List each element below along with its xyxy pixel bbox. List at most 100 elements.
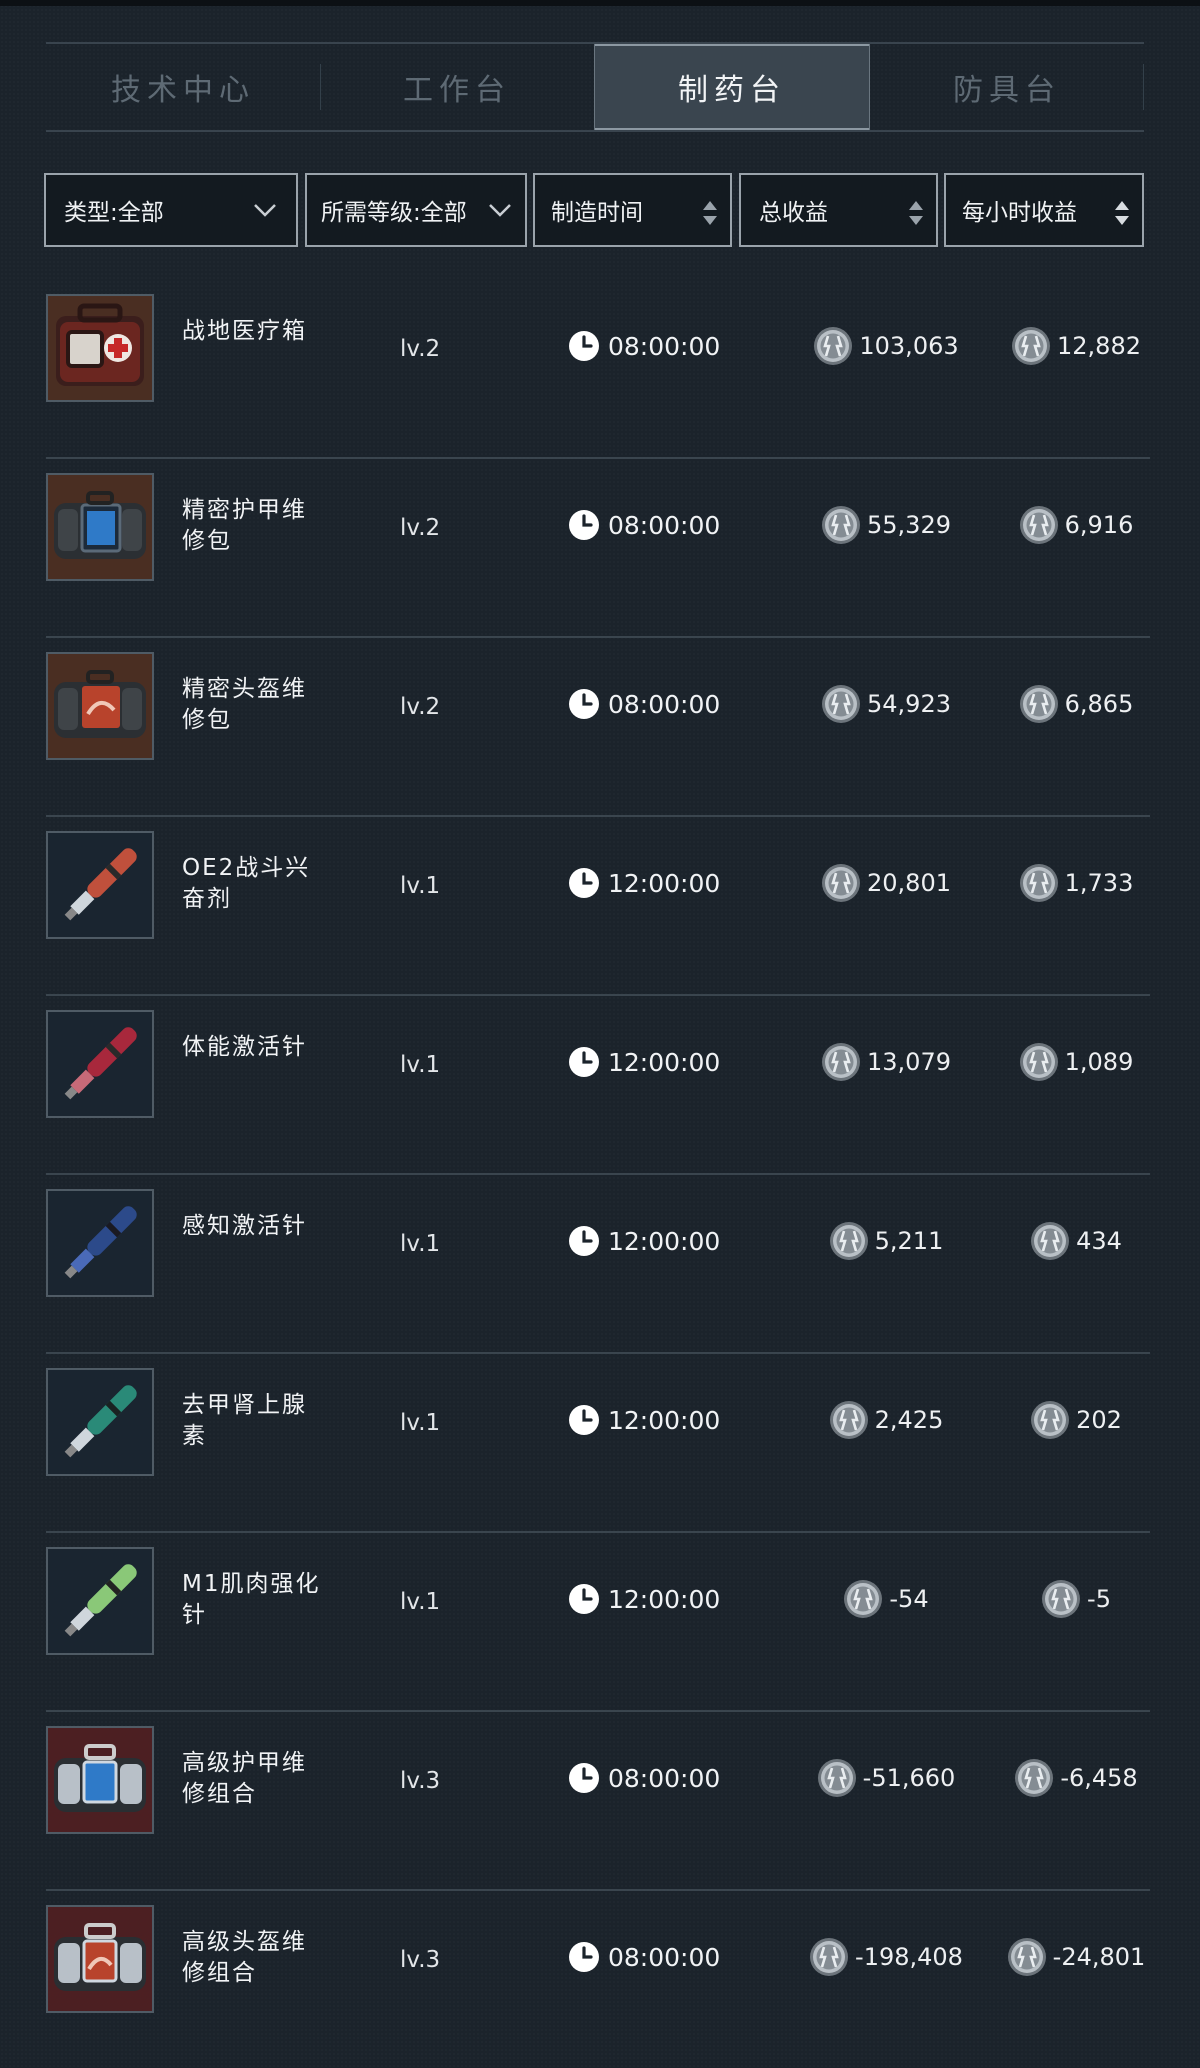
total-profit-value: -198,408 <box>855 1943 963 1971</box>
clock-icon <box>568 1225 600 1257</box>
type-filter-label: 类型:全部 <box>64 200 164 226</box>
item-name: 高级护甲维修组合 <box>182 1750 307 1807</box>
item-name: 体能激活针 <box>182 1034 307 1060</box>
craft-time: 12:00:00 <box>568 1225 720 1257</box>
chevron-down-icon <box>489 204 511 217</box>
total-profit: 2,425 <box>776 1400 996 1440</box>
list-item[interactable]: 高级护甲维修组合 lv.3 08:00:00 -51,660 -6,458 <box>46 1712 1150 1891</box>
hourly-profit: 6,865 <box>976 684 1176 724</box>
hourly-profit-sort-label: 每小时收益 <box>962 200 1077 226</box>
list-item[interactable]: OE2战斗兴奋剂 lv.1 12:00:00 20,801 1,733 <box>46 817 1150 996</box>
muscle-injector-icon <box>46 1547 154 1655</box>
coin-icon <box>821 684 861 724</box>
list-item[interactable]: M1肌肉强化针 lv.1 12:00:00 -54 -5 <box>46 1533 1150 1712</box>
coin-icon <box>1018 863 1059 903</box>
perception-injector-icon <box>46 1189 154 1297</box>
total-profit: -51,660 <box>776 1758 996 1798</box>
coin-icon <box>821 863 861 903</box>
coin-icon <box>1041 1579 1082 1619</box>
advanced-armor-repair-icon <box>46 1726 154 1834</box>
top-edge <box>0 0 1200 6</box>
list-item[interactable]: 去甲肾上腺素 lv.1 12:00:00 2,425 202 <box>46 1354 1150 1533</box>
hourly-profit: 12,882 <box>976 326 1176 366</box>
level-filter-dropdown[interactable]: 所需等级:全部 <box>305 173 527 247</box>
craft-time: 08:00:00 <box>568 1941 720 1973</box>
tab-tech-center[interactable]: 技术中心 <box>46 44 320 130</box>
coin-icon <box>828 1221 869 1261</box>
item-name: 精密头盔维修包 <box>182 676 307 733</box>
craft-time: 08:00:00 <box>568 688 720 720</box>
coin-icon <box>1030 1221 1071 1261</box>
total-profit: 103,063 <box>776 326 996 366</box>
total-profit: 55,329 <box>776 505 996 545</box>
item-name: 战地医疗箱 <box>182 318 307 344</box>
craft-time-value: 12:00:00 <box>608 1584 721 1614</box>
hourly-profit-value: -6,458 <box>1060 1764 1138 1792</box>
type-filter-dropdown[interactable]: 类型:全部 <box>44 173 298 247</box>
total-profit-value: 54,923 <box>867 690 951 718</box>
craft-time: 08:00:00 <box>568 330 720 362</box>
coin-icon <box>1014 1758 1055 1798</box>
item-level: lv.1 <box>400 1410 441 1436</box>
coin-icon <box>1030 1400 1071 1440</box>
advanced-helmet-repair-icon <box>46 1905 154 2013</box>
item-name: M1肌肉强化针 <box>182 1571 321 1628</box>
hourly-profit: -24,801 <box>976 1937 1176 1977</box>
total-profit: -198,408 <box>776 1937 996 1977</box>
medical-kit-icon <box>46 294 154 402</box>
coin-icon <box>816 1758 857 1798</box>
clock-icon <box>568 330 600 362</box>
hourly-profit-sort[interactable]: 每小时收益 <box>944 173 1144 247</box>
list-item[interactable]: 精密头盔维修包 lv.2 08:00:00 54,923 6,865 <box>46 638 1150 817</box>
chevron-down-icon <box>254 204 276 217</box>
hourly-profit-value: -5 <box>1087 1585 1111 1613</box>
hourly-profit: 6,916 <box>976 505 1176 545</box>
clock-icon <box>568 688 600 720</box>
tab-armor-bench[interactable]: 防具台 <box>870 44 1144 130</box>
craft-time: 12:00:00 <box>568 867 720 899</box>
craft-time: 08:00:00 <box>568 509 720 541</box>
craft-time-sort[interactable]: 制造时间 <box>533 173 732 247</box>
list-item[interactable]: 战地医疗箱 lv.2 08:00:00 103,063 12,882 <box>46 280 1150 459</box>
coin-icon <box>1011 326 1051 366</box>
total-profit-value: 13,079 <box>867 1048 951 1076</box>
total-profit: -54 <box>776 1579 996 1619</box>
coin-icon <box>821 505 861 545</box>
list-item[interactable]: 精密护甲维修包 lv.2 08:00:00 55,329 6,916 <box>46 459 1150 638</box>
helmet-repair-kit-icon <box>46 652 154 760</box>
coin-icon <box>809 1937 850 1977</box>
total-profit-value: 2,425 <box>874 1406 944 1434</box>
list-item[interactable]: 体能激活针 lv.1 12:00:00 13,079 1,089 <box>46 996 1150 1175</box>
total-profit-sort-label: 总收益 <box>759 200 828 226</box>
sort-icon <box>1115 201 1129 225</box>
item-name: 去甲肾上腺素 <box>182 1392 307 1449</box>
hourly-profit: -6,458 <box>976 1758 1176 1798</box>
item-level: lv.2 <box>400 336 441 362</box>
craft-time: 12:00:00 <box>568 1583 720 1615</box>
craft-time-sort-label: 制造时间 <box>551 200 643 226</box>
craft-time-value: 12:00:00 <box>608 1405 721 1435</box>
hourly-profit-value: 6,865 <box>1064 690 1134 718</box>
craft-time-value: 08:00:00 <box>608 1763 721 1793</box>
total-profit: 54,923 <box>776 684 996 724</box>
craft-time: 12:00:00 <box>568 1046 720 1078</box>
item-level: lv.1 <box>400 1052 441 1078</box>
item-level: lv.1 <box>400 873 441 899</box>
coin-icon <box>1018 505 1059 545</box>
total-profit-sort[interactable]: 总收益 <box>739 173 938 247</box>
clock-icon <box>568 1762 600 1794</box>
tab-pharmacy[interactable]: 制药台 <box>594 44 870 130</box>
hourly-profit: 434 <box>976 1221 1176 1261</box>
level-filter-label: 所需等级:全部 <box>321 200 467 226</box>
clock-icon <box>568 1046 600 1078</box>
list-item[interactable]: 感知激活针 lv.1 12:00:00 5,211 434 <box>46 1175 1150 1354</box>
list-item[interactable]: 高级头盔维修组合 lv.3 08:00:00 -198,408 -24,801 <box>46 1891 1150 2068</box>
total-profit: 13,079 <box>776 1042 996 1082</box>
armor-repair-kit-icon <box>46 473 154 581</box>
coin-icon <box>813 326 854 366</box>
stimulant-injector-icon <box>46 831 154 939</box>
craft-time-value: 12:00:00 <box>608 1226 721 1256</box>
hourly-profit-value: 1,089 <box>1064 1048 1134 1076</box>
craft-time-value: 12:00:00 <box>608 1047 721 1077</box>
tab-workbench[interactable]: 工作台 <box>320 44 594 130</box>
